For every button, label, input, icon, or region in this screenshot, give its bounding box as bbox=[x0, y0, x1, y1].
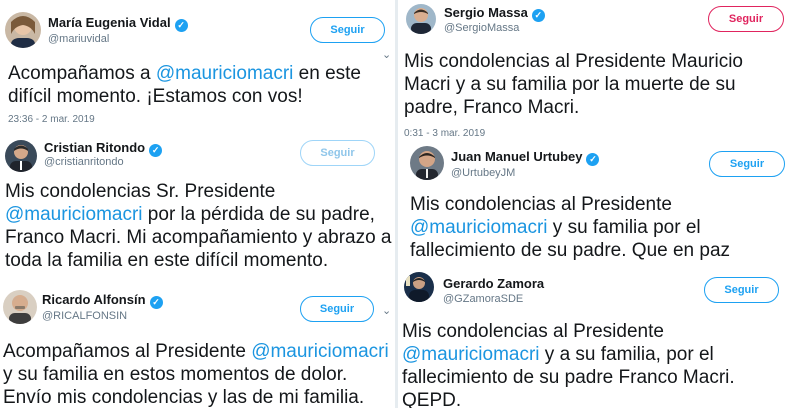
avatar[interactable] bbox=[5, 12, 41, 48]
tweet-urtubey: Juan Manuel Urtubey ✓ @UrtubeyJM Seguir M… bbox=[398, 142, 798, 268]
handle[interactable]: @mariuvidal bbox=[48, 33, 109, 45]
chevron-down-icon[interactable]: ⌄ bbox=[382, 304, 391, 317]
verified-check-icon: ✓ bbox=[149, 296, 163, 309]
display-name[interactable]: María Eugenia Vidal ✓ bbox=[48, 15, 188, 32]
chevron-down-icon[interactable]: ⌄ bbox=[382, 48, 391, 61]
timestamp[interactable]: 0:31 - 3 mar. 2019 bbox=[404, 128, 485, 139]
timestamp[interactable]: 23:36 - 2 mar. 2019 bbox=[8, 114, 95, 125]
follow-button[interactable]: Seguir bbox=[704, 277, 779, 303]
display-name[interactable]: Juan Manuel Urtubey ✓ bbox=[451, 149, 600, 166]
follow-button[interactable]: Seguir bbox=[300, 296, 374, 322]
handle[interactable]: @cristianritondo bbox=[44, 156, 124, 168]
mention-link[interactable]: @mauriciomacri bbox=[5, 204, 143, 225]
display-name[interactable]: Sergio Massa ✓ bbox=[444, 5, 545, 22]
tweet-vidal: María Eugenia Vidal ✓ @mariuvidal Seguir … bbox=[0, 0, 394, 132]
avatar[interactable] bbox=[3, 290, 37, 324]
avatar[interactable] bbox=[5, 140, 37, 172]
tweet-text: Mis condolencias al Presidente @mauricio… bbox=[410, 194, 731, 261]
follow-button[interactable]: Seguir bbox=[709, 151, 785, 177]
tweet-text: Mis condolencias al Presidente Mauricio … bbox=[404, 51, 743, 118]
tweet-text: Acompañamos al Presidente @mauriciomacri… bbox=[3, 341, 389, 408]
tweet-text: Acompañamos a @mauriciomacri en este dif… bbox=[8, 63, 361, 107]
handle[interactable]: @GZamoraSDE bbox=[443, 293, 523, 305]
tweet-alfonsin: Ricardo Alfonsín ✓ @RICALFONSIN Seguir ⌄ … bbox=[0, 282, 394, 408]
tweet-ritondo: Cristian Ritondo ✓ @cristianritondo Segui… bbox=[0, 134, 394, 280]
display-name[interactable]: Ricardo Alfonsín ✓ bbox=[42, 292, 163, 309]
tweet-zamora: Gerardo Zamora @GZamoraSDE Seguir Mis co… bbox=[398, 270, 798, 408]
follow-button[interactable]: Seguir bbox=[708, 6, 784, 32]
handle[interactable]: @UrtubeyJM bbox=[451, 167, 515, 179]
mention-link[interactable]: @mauriciomacri bbox=[410, 217, 548, 238]
avatar[interactable] bbox=[404, 272, 434, 302]
verified-check-icon: ✓ bbox=[586, 153, 600, 166]
mention-link[interactable]: @mauriciomacri bbox=[402, 344, 540, 365]
mention-link[interactable]: @mauriciomacri bbox=[251, 341, 389, 362]
avatar[interactable] bbox=[406, 4, 436, 34]
handle[interactable]: @SergioMassa bbox=[444, 22, 519, 34]
display-name[interactable]: Cristian Ritondo ✓ bbox=[44, 140, 163, 157]
follow-button[interactable]: Seguir bbox=[300, 140, 375, 166]
tweet-massa: Sergio Massa ✓ @SergioMassa Seguir Mis co… bbox=[398, 0, 798, 140]
verified-check-icon: ✓ bbox=[174, 19, 188, 32]
tweet-text: Mis condolencias Sr. Presidente @maurici… bbox=[5, 181, 392, 271]
verified-check-icon: ✓ bbox=[531, 9, 545, 22]
tweet-text: Mis condolencias al Presidente @mauricio… bbox=[402, 321, 735, 408]
handle[interactable]: @RICALFONSIN bbox=[42, 310, 127, 322]
display-name[interactable]: Gerardo Zamora bbox=[443, 276, 544, 291]
avatar[interactable] bbox=[410, 146, 444, 180]
follow-button[interactable]: Seguir bbox=[310, 17, 385, 43]
mention-link[interactable]: @mauriciomacri bbox=[156, 63, 294, 84]
verified-check-icon: ✓ bbox=[149, 144, 163, 157]
